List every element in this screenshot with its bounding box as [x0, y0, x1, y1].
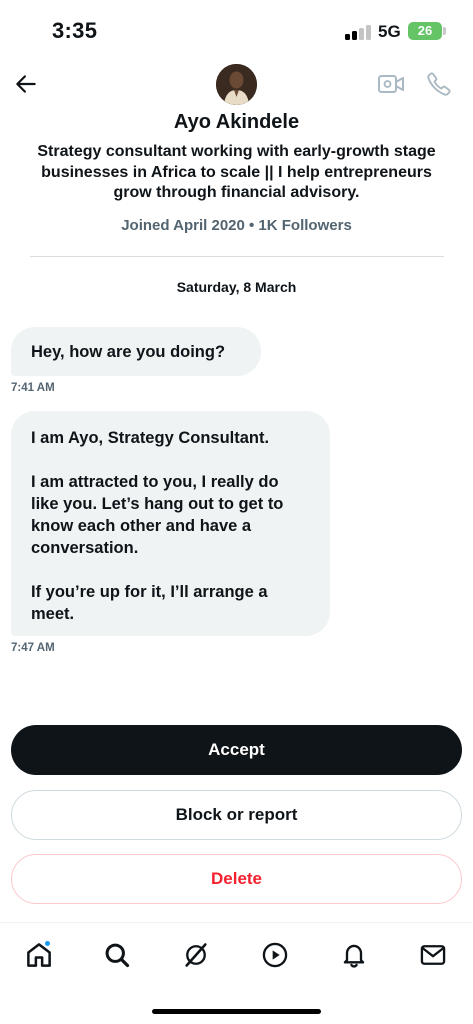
message-text: I am Ayo, Strategy Consultant.	[31, 429, 270, 447]
tab-video[interactable]	[255, 935, 295, 975]
message-text: Hey, how are you doing?	[31, 343, 226, 361]
video-camera-icon	[378, 75, 404, 93]
mail-icon	[420, 945, 446, 965]
avatar-image	[216, 64, 257, 105]
message-timestamp: 7:47 AM	[11, 642, 55, 654]
battery-icon: 26	[408, 22, 442, 40]
phone-icon	[427, 72, 451, 96]
signal-strength-icon	[345, 24, 371, 40]
tab-notifications[interactable]	[334, 935, 374, 975]
search-icon	[105, 943, 130, 968]
tab-home[interactable]	[19, 935, 59, 975]
profile-bio: Strategy consultant working with early-g…	[37, 143, 436, 201]
status-bar: 3:35 5G 26	[0, 0, 473, 60]
bell-icon	[343, 944, 365, 968]
avatar[interactable]	[216, 64, 257, 105]
tab-grok[interactable]	[176, 935, 216, 975]
battery-tip	[443, 27, 446, 35]
message-bubble[interactable]: Hey, how are you doing?	[11, 327, 261, 376]
video-call-button[interactable]	[373, 66, 409, 102]
message-text: If you’re up for it, I’ll arrange a meet…	[31, 583, 268, 623]
voice-call-button[interactable]	[421, 66, 457, 102]
message-timestamp: 7:41 AM	[11, 382, 55, 394]
message-bubble[interactable]: I am Ayo, Strategy Consultant. I am attr…	[11, 411, 330, 636]
block-or-report-button[interactable]: Block or report	[11, 790, 462, 840]
arrow-left-icon	[16, 75, 36, 93]
tab-messages[interactable]	[413, 935, 453, 975]
profile-name[interactable]: Ayo Akindele	[0, 111, 473, 134]
network-label: 5G	[378, 22, 401, 41]
grok-icon	[185, 943, 207, 967]
notification-dot	[44, 940, 51, 947]
date-separator: Saturday, 8 March	[176, 279, 297, 295]
tab-search[interactable]	[97, 935, 137, 975]
home-indicator	[152, 1009, 321, 1014]
back-button[interactable]	[8, 66, 44, 102]
delete-button[interactable]: Delete	[11, 854, 462, 904]
accept-button[interactable]: Accept	[11, 725, 462, 775]
divider	[30, 256, 444, 257]
profile-meta: Joined April 2020 • 1K Followers	[121, 217, 352, 234]
message-text: I am attracted to you, I really do like …	[31, 473, 284, 557]
play-icon	[262, 942, 288, 968]
status-time: 3:35	[52, 18, 98, 43]
